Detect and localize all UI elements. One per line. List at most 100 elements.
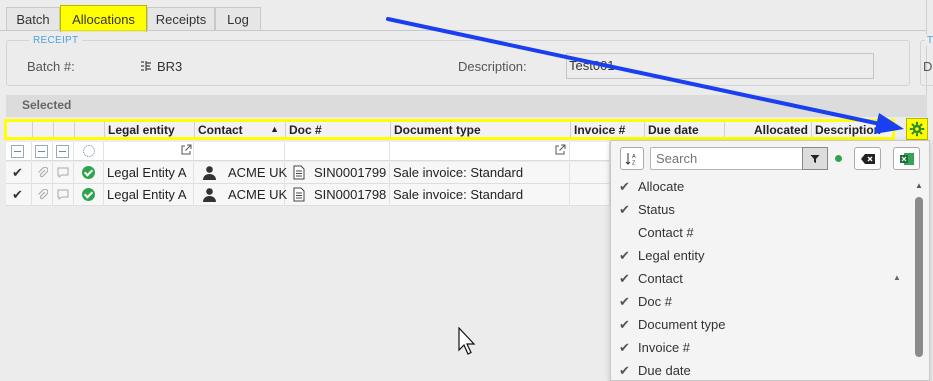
header-col-status[interactable]	[75, 122, 105, 137]
header-col-notes[interactable]	[54, 122, 75, 137]
svg-text:Z: Z	[632, 160, 636, 166]
filter-notes-checkbox[interactable]	[56, 145, 69, 158]
person-icon	[203, 166, 216, 180]
column-option-contact-number[interactable]: Contact #	[611, 222, 911, 245]
header-doc-number[interactable]: Doc #	[286, 122, 391, 137]
scrollbar-thumb[interactable]	[915, 197, 923, 357]
description-field[interactable]: Test001	[566, 53, 874, 79]
legal-entity-cell: Legal Entity A	[104, 184, 194, 206]
table-row[interactable]: ✔ Legal Entity A ACME UK SIN0001799 Sale…	[6, 162, 610, 184]
notes-cell[interactable]	[53, 184, 74, 206]
export-excel-button[interactable]	[893, 147, 920, 170]
side-legend: T	[925, 35, 933, 46]
document-icon	[293, 187, 305, 202]
column-list-scrollbar[interactable]: ▲	[913, 179, 925, 381]
row-allocate-cell[interactable]: ✔	[6, 184, 32, 206]
comment-icon	[57, 189, 69, 200]
mouse-cursor-icon	[458, 327, 476, 355]
invoice-number-cell	[570, 162, 610, 184]
column-option-label: Contact	[638, 271, 683, 286]
column-option-label: Document type	[638, 317, 726, 332]
column-option-document-type[interactable]: ✔ Document type	[611, 314, 911, 337]
person-icon	[203, 188, 216, 202]
scroll-up-icon[interactable]: ▲	[915, 181, 923, 190]
tab-bar: Batch Allocations Receipts Log	[0, 0, 933, 32]
select-all-checkbox[interactable]	[11, 145, 24, 158]
filter-contact[interactable]	[181, 142, 285, 161]
filter-doc-number[interactable]	[285, 142, 390, 161]
header-legal-entity[interactable]: Legal entity	[105, 122, 195, 137]
column-option-contact[interactable]: ✔ Contact ▲	[611, 268, 911, 291]
paperclip-icon	[38, 189, 48, 200]
grid-header: Legal entity Contact ▲ Doc # Document ty…	[4, 119, 895, 140]
excel-icon	[899, 152, 914, 165]
attachment-cell[interactable]	[32, 162, 53, 184]
invoice-number-cell	[570, 184, 610, 206]
column-option-legal-entity[interactable]: ✔ Legal entity	[611, 245, 911, 268]
sort-ascending-icon: ▲	[270, 124, 279, 134]
batch-value: BR3	[157, 59, 183, 74]
row-allocate-cell[interactable]: ✔	[6, 162, 32, 184]
column-option-label: Invoice #	[638, 340, 691, 355]
column-option-status[interactable]: ✔ Status	[611, 199, 911, 222]
clear-icon	[860, 153, 875, 164]
clear-search-button[interactable]	[854, 147, 881, 170]
sort-ascending-icon: ▲	[893, 273, 901, 282]
check-icon: ✔	[619, 179, 630, 194]
check-icon: ✔	[619, 202, 630, 217]
column-chooser-button[interactable]	[906, 118, 928, 140]
contact-cell: ACME UK	[194, 184, 288, 206]
header-allocated[interactable]: Allocated	[725, 122, 812, 137]
column-option-label: Due date	[638, 363, 691, 378]
tab-receipts[interactable]: Receipts	[147, 7, 215, 31]
column-option-label: Legal entity	[638, 248, 705, 263]
check-icon: ✔	[619, 317, 630, 332]
status-ok-icon	[82, 188, 95, 201]
status-filter-icon[interactable]	[83, 145, 95, 157]
notes-cell[interactable]	[53, 162, 74, 184]
column-option-label: Allocate	[638, 179, 685, 194]
header-due-date[interactable]: Due date	[645, 122, 725, 137]
receipt-legend: RECEIPT	[29, 35, 83, 46]
check-icon: ✔	[12, 165, 23, 180]
funnel-icon	[810, 154, 820, 163]
tab-batch[interactable]: Batch	[6, 7, 60, 31]
tab-log[interactable]: Log	[215, 7, 261, 31]
attachment-cell[interactable]	[32, 184, 53, 206]
filter-cell-status	[74, 142, 104, 161]
header-document-type[interactable]: Document type	[391, 122, 571, 137]
header-contact-label: Contact	[198, 123, 243, 137]
tab-divider	[0, 30, 927, 31]
comment-icon	[57, 167, 69, 178]
filter-document-type[interactable]	[390, 142, 570, 161]
column-option-due-date[interactable]: ✔ Due date	[611, 360, 911, 381]
column-option-invoice-number[interactable]: ✔ Invoice #	[611, 337, 911, 360]
doc-number-cell[interactable]: SIN0001798	[285, 184, 390, 206]
header-invoice-number[interactable]: Invoice #	[571, 122, 645, 137]
contact-name: ACME UK	[228, 187, 288, 202]
filter-cell-notes	[53, 142, 74, 161]
active-filter-indicator	[835, 155, 842, 162]
table-row[interactable]: ✔ Legal Entity A ACME UK SIN0001798 Sale…	[6, 184, 610, 206]
doc-number-cell[interactable]: SIN0001799	[285, 162, 390, 184]
side-group: T D	[920, 35, 933, 86]
column-option-allocate[interactable]: ✔ Allocate	[611, 176, 911, 199]
filter-cell-attach	[32, 142, 53, 161]
header-col-attach[interactable]	[33, 122, 54, 137]
header-contact[interactable]: Contact ▲	[195, 122, 286, 137]
sort-az-icon: AZ	[625, 152, 636, 166]
open-external-icon[interactable]	[180, 144, 192, 156]
filter-toggle-button[interactable]	[802, 147, 828, 170]
tab-allocations[interactable]: Allocations	[60, 5, 147, 32]
filter-invoice-number[interactable]	[570, 142, 610, 161]
sort-az-button[interactable]: AZ	[620, 147, 644, 170]
column-option-doc-number[interactable]: ✔ Doc #	[611, 291, 911, 314]
status-cell	[74, 184, 104, 206]
filter-attach-checkbox[interactable]	[35, 145, 48, 158]
selected-header: Selected	[6, 95, 927, 117]
header-col-select[interactable]	[7, 122, 33, 137]
filter-row	[6, 142, 610, 161]
side-label: D	[923, 59, 933, 74]
header-description[interactable]: Description	[812, 122, 892, 137]
open-external-icon[interactable]	[554, 144, 566, 156]
